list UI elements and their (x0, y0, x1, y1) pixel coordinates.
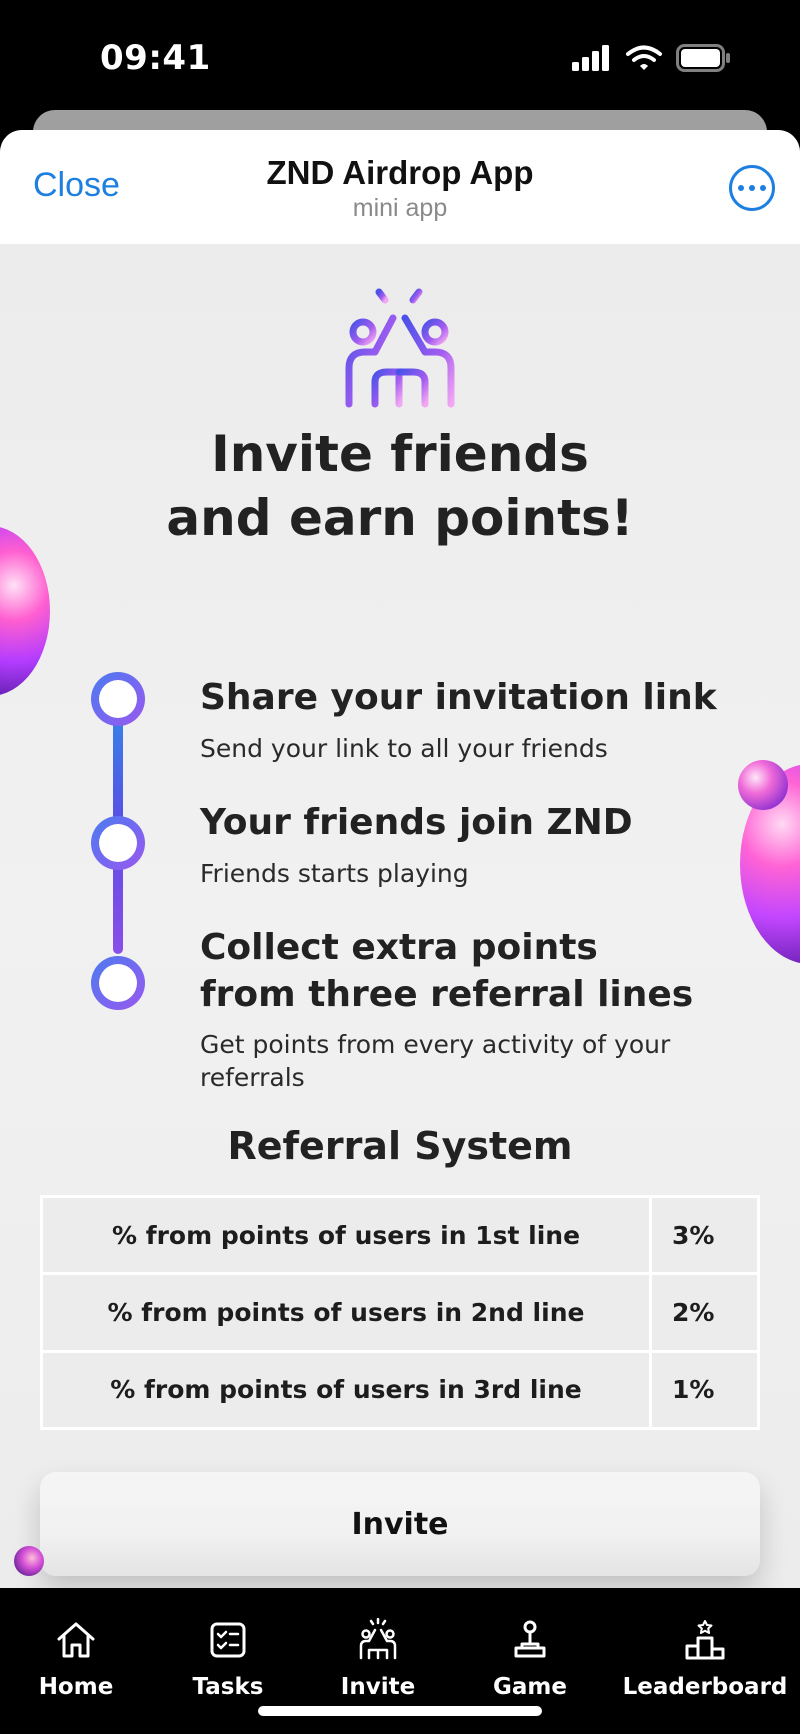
joystick-icon (514, 1620, 546, 1658)
step-2-title: Your friends join ZND (200, 802, 633, 843)
sheet-header: Close ZND Airdrop App mini app (0, 130, 800, 244)
tab-label: Invite (340, 1674, 416, 1700)
home-icon (57, 1622, 95, 1658)
step-1-marker (91, 672, 145, 726)
referral-heading: Referral System (227, 1124, 573, 1168)
referral-row-label: % from points of users in 3rd line (40, 1349, 652, 1431)
wifi-icon (626, 45, 662, 70)
tab-game[interactable]: Game (492, 1618, 568, 1708)
home-indicator[interactable] (258, 1706, 542, 1716)
table-row: % from points of users in 1st line 3% (40, 1194, 760, 1276)
status-time: 09:41 (100, 38, 211, 78)
more-dot-icon (760, 185, 766, 191)
decorative-bubble (738, 760, 788, 810)
step-2-description: Friends starts playing (200, 859, 469, 888)
hero-title: Invite friends and earn points! (0, 422, 800, 550)
invite-icon (359, 1618, 397, 1660)
referral-row-value: 3% (649, 1194, 760, 1276)
table-row: % from points of users in 3rd line 1% (40, 1349, 760, 1431)
step-1-description: Send your link to all your friends (200, 734, 608, 763)
step-3-marker (91, 956, 145, 1010)
step-2-marker (91, 816, 145, 870)
step-3-description-line: Get points from every activity of your (200, 1030, 671, 1059)
tab-home[interactable]: Home (38, 1618, 114, 1708)
tab-tasks[interactable]: Tasks (190, 1618, 266, 1708)
hero-title-line: Invite friends (211, 425, 589, 483)
referral-row-value: 2% (649, 1272, 760, 1353)
referral-row-label: % from points of users in 1st line (40, 1194, 652, 1276)
podium-icon (685, 1620, 725, 1660)
decorative-bubble (14, 1546, 44, 1576)
step-3-description-line: referrals (200, 1063, 305, 1092)
tasks-icon (210, 1622, 246, 1658)
battery-icon (676, 44, 730, 72)
invite-button[interactable]: Invite (40, 1472, 760, 1576)
decorative-bubble (0, 526, 50, 696)
step-3-title: Collect extra points from three referral… (200, 924, 693, 1018)
app-subtitle: mini app (352, 194, 448, 222)
tab-invite[interactable]: Invite (340, 1618, 416, 1708)
step-3-title-line: from three referral lines (200, 974, 694, 1015)
tab-label: Home (38, 1674, 114, 1700)
tab-label: Tasks (192, 1674, 264, 1700)
app-title: ZND Airdrop App (266, 154, 534, 191)
step-3-description: Get points from every activity of your r… (200, 1028, 670, 1094)
status-bar: 09:41 (0, 0, 800, 110)
referral-table: % from points of users in 1st line 3% % … (40, 1194, 760, 1431)
tab-label: Game (493, 1674, 567, 1700)
status-icons (572, 44, 732, 72)
tab-leaderboard[interactable]: Leaderboard (623, 1618, 787, 1708)
step-3-title-line: Collect extra points (200, 927, 598, 968)
high-five-icon (345, 284, 455, 408)
more-dot-icon (749, 185, 755, 191)
tab-label: Leaderboard (622, 1674, 788, 1700)
table-row: % from points of users in 2nd line 2% (40, 1272, 760, 1353)
referral-row-value: 1% (649, 1349, 760, 1431)
step-1-title: Share your invitation link (200, 677, 717, 718)
invite-page: Invite friends and earn points! Share yo… (0, 244, 800, 1588)
referral-row-label: % from points of users in 2nd line (40, 1272, 652, 1353)
signal-icon (572, 45, 609, 71)
more-dot-icon (738, 185, 744, 191)
more-options-button[interactable] (729, 165, 775, 211)
hero-title-line: and earn points! (166, 489, 634, 547)
mini-app-sheet: Close ZND Airdrop App mini app Invite fr… (0, 130, 800, 1588)
